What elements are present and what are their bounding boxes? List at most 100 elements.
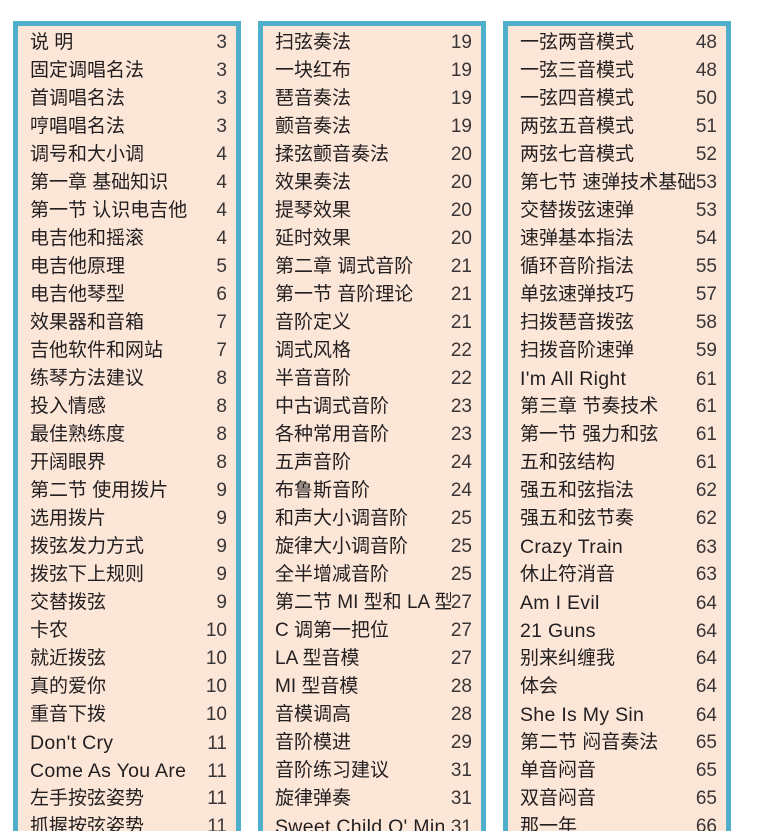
toc-entry[interactable]: 旋律大小调音阶 25 [275, 533, 472, 561]
toc-entry-title: 半音音阶 [275, 368, 352, 389]
toc-entry[interactable]: 练琴方法建议 8 [30, 365, 227, 393]
toc-entry[interactable]: 拨弦下上规则 9 [30, 561, 227, 589]
toc-entry-title: 抓握按弦姿势 [30, 816, 145, 831]
toc-entry[interactable]: 强五和弦节奏 62 [520, 505, 717, 533]
toc-entry[interactable]: 别来纠缠我 64 [520, 645, 717, 673]
toc-entry[interactable]: 第一节 音阶理论 21 [275, 281, 472, 309]
toc-entry[interactable]: 抓握按弦姿势 11 [30, 813, 227, 831]
toc-entry[interactable]: 各种常用音阶 23 [275, 421, 472, 449]
toc-entry[interactable]: 固定调唱名法 3 [30, 57, 227, 85]
toc-entry-page-number: 25 [450, 536, 472, 557]
toc-entry[interactable]: 首调唱名法 3 [30, 85, 227, 113]
toc-entry[interactable]: Come As You Are 11 [30, 757, 227, 785]
toc-entry[interactable]: 一弦四音模式 50 [520, 85, 717, 113]
toc-entry[interactable]: 真的爱你 10 [30, 673, 227, 701]
toc-entry[interactable]: 中古调式音阶 23 [275, 393, 472, 421]
toc-entry[interactable]: 调式风格 22 [275, 337, 472, 365]
toc-entry[interactable]: 颤音奏法 19 [275, 113, 472, 141]
toc-entry[interactable]: 体会 64 [520, 673, 717, 701]
toc-entry[interactable]: 扫弦奏法 19 [275, 29, 472, 57]
toc-entry[interactable]: 五和弦结构 61 [520, 449, 717, 477]
toc-entry[interactable]: 延时效果 20 [275, 225, 472, 253]
toc-entry[interactable]: Am I Evil 64 [520, 589, 717, 617]
toc-entry[interactable]: 两弦五音模式 51 [520, 113, 717, 141]
toc-entry[interactable]: 第三章 节奏技术 61 [520, 393, 717, 421]
toc-entry[interactable]: 和声大小调音阶 25 [275, 505, 472, 533]
toc-entry[interactable]: 投入情感 8 [30, 393, 227, 421]
toc-entry[interactable]: 选用拨片 9 [30, 505, 227, 533]
toc-entry[interactable]: 揉弦颤音奏法 20 [275, 141, 472, 169]
toc-entry-title: 全半增减音阶 [275, 564, 390, 585]
toc-entry[interactable]: 效果器和音箱 7 [30, 309, 227, 337]
toc-entry[interactable]: 布鲁斯音阶 24 [275, 477, 472, 505]
toc-entry[interactable]: 一弦两音模式 48 [520, 29, 717, 57]
toc-column-list: 一弦两音模式 48 一弦三音模式 48 一弦四音模式 50 两弦五音模式 51 两弦七音模式 52… [508, 26, 726, 831]
toc-entry[interactable]: 五声音阶 24 [275, 449, 472, 477]
toc-entry-page-number: 23 [450, 424, 472, 445]
toc-entry[interactable]: I'm All Right 61 [520, 365, 717, 393]
toc-entry[interactable]: Sweet Child O' Mine 31 [275, 813, 472, 831]
toc-entry[interactable]: 吉他软件和网站 7 [30, 337, 227, 365]
toc-entry[interactable]: 第二节 MI 型和 LA 型 27 [275, 589, 472, 617]
toc-entry[interactable]: 效果奏法 20 [275, 169, 472, 197]
toc-entry[interactable]: Crazy Train 63 [520, 533, 717, 561]
toc-entry[interactable]: 第一节 强力和弦 61 [520, 421, 717, 449]
toc-entry[interactable]: 双音闷音 65 [520, 785, 717, 813]
toc-entry[interactable]: 提琴效果 20 [275, 197, 472, 225]
toc-entry[interactable]: 21 Guns 64 [520, 617, 717, 645]
toc-entry[interactable]: 音阶定义 21 [275, 309, 472, 337]
toc-entry[interactable]: 电吉他原理 5 [30, 253, 227, 281]
toc-entry[interactable]: 一弦三音模式 48 [520, 57, 717, 85]
toc-entry-title: Come As You Are [30, 760, 187, 782]
toc-entry[interactable]: 速弹基本指法 54 [520, 225, 717, 253]
toc-entry[interactable]: 第一章 基础知识 4 [30, 169, 227, 197]
toc-entry-page-number: 48 [695, 32, 717, 53]
toc-entry[interactable]: 扫拨琶音拨弦 58 [520, 309, 717, 337]
toc-entry[interactable]: 第七节 速弹技术基础 53 [520, 169, 717, 197]
toc-entry[interactable]: 卡农 10 [30, 617, 227, 645]
toc-entry[interactable]: 重音下拨 10 [30, 701, 227, 729]
toc-entry[interactable]: 全半增减音阶 25 [275, 561, 472, 589]
toc-entry-title: 拨弦发力方式 [30, 536, 145, 557]
toc-entry[interactable]: 强五和弦指法 62 [520, 477, 717, 505]
toc-entry[interactable]: 循环音阶指法 55 [520, 253, 717, 281]
toc-entry[interactable]: 就近拨弦 10 [30, 645, 227, 673]
toc-entry[interactable]: 音阶模进 29 [275, 729, 472, 757]
toc-entry[interactable]: 调号和大小调 4 [30, 141, 227, 169]
toc-entry[interactable]: 交替拨弦速弹 53 [520, 197, 717, 225]
toc-entry[interactable]: 音阶练习建议 31 [275, 757, 472, 785]
toc-entry[interactable]: 音模调高 28 [275, 701, 472, 729]
toc-entry[interactable]: 那一年 66 [520, 813, 717, 831]
toc-entry[interactable]: She Is My Sin 64 [520, 701, 717, 729]
toc-entry[interactable]: 第二章 调式音阶 21 [275, 253, 472, 281]
toc-entry[interactable]: Don't Cry 11 [30, 729, 227, 757]
toc-entry[interactable]: 琶音奏法 19 [275, 85, 472, 113]
toc-entry[interactable]: 拨弦发力方式 9 [30, 533, 227, 561]
toc-entry[interactable]: 两弦七音模式 52 [520, 141, 717, 169]
toc-entry[interactable]: MI 型音模 28 [275, 673, 472, 701]
toc-entry[interactable]: 单音闷音 65 [520, 757, 717, 785]
toc-entry-page-number: 27 [450, 592, 472, 613]
toc-entry[interactable]: 第二节 使用拨片 9 [30, 477, 227, 505]
toc-entry[interactable]: 电吉他和摇滚 4 [30, 225, 227, 253]
toc-entry[interactable]: 哼唱唱名法 3 [30, 113, 227, 141]
toc-entry[interactable]: 开阔眼界 8 [30, 449, 227, 477]
toc-entry[interactable]: 左手按弦姿势 11 [30, 785, 227, 813]
toc-entry-title: 双音闷音 [520, 788, 597, 809]
toc-entry[interactable]: 休止符消音 63 [520, 561, 717, 589]
toc-entry[interactable]: 最佳熟练度 8 [30, 421, 227, 449]
toc-entry[interactable]: 第一节 认识电吉他 4 [30, 197, 227, 225]
toc-entry[interactable]: 第二节 闷音奏法 65 [520, 729, 717, 757]
toc-entry[interactable]: 电吉他琴型 6 [30, 281, 227, 309]
toc-entry[interactable]: 交替拨弦 9 [30, 589, 227, 617]
toc-entry[interactable]: 半音音阶 22 [275, 365, 472, 393]
toc-entry[interactable]: LA 型音模 27 [275, 645, 472, 673]
toc-entry[interactable]: 说 明 3 [30, 29, 227, 57]
toc-entry[interactable]: 旋律弹奏 31 [275, 785, 472, 813]
toc-entry[interactable]: 扫拨音阶速弹 59 [520, 337, 717, 365]
toc-entry[interactable]: 单弦速弹技巧 57 [520, 281, 717, 309]
toc-entry[interactable]: 一块红布 19 [275, 57, 472, 85]
toc-entry-page-number: 31 [450, 788, 472, 809]
toc-entry[interactable]: C 调第一把位 27 [275, 617, 472, 645]
toc-entry-page-number: 21 [450, 256, 472, 277]
